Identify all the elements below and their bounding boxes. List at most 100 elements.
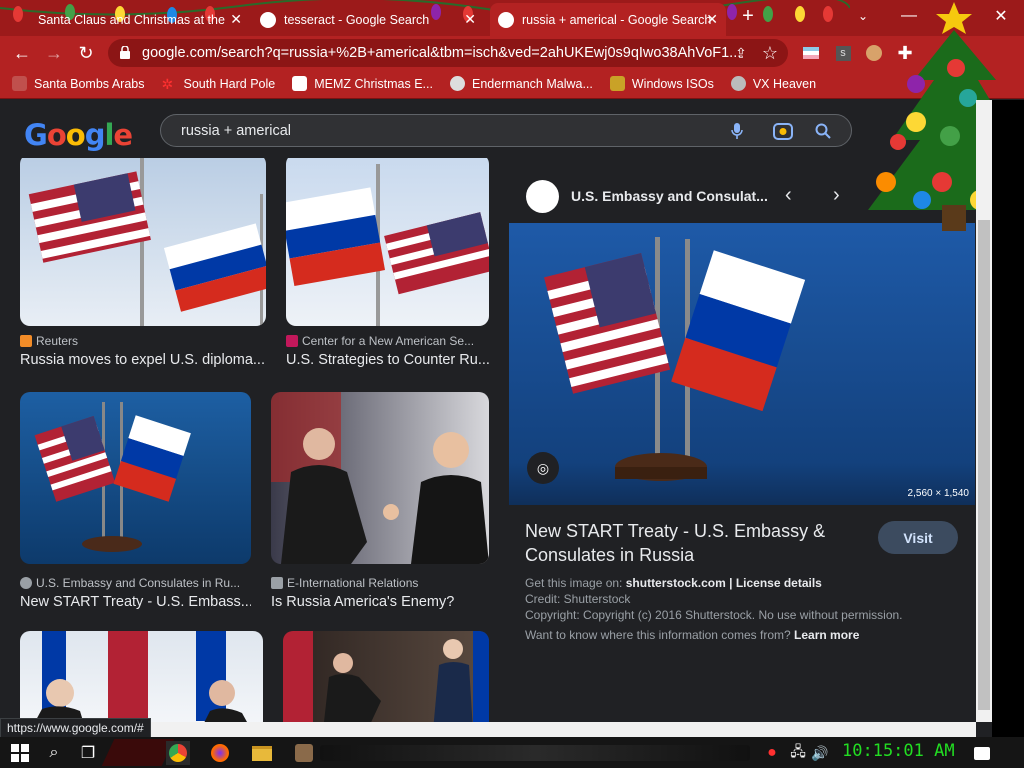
trophy-icon	[609, 76, 625, 91]
tab-title: russia + americal - Google Search	[522, 12, 712, 27]
game-app-icon[interactable]	[292, 741, 316, 765]
result-source: Center for a New American Se...	[286, 334, 474, 348]
bookmark-memz[interactable]: MEMZ Christmas E...	[292, 76, 433, 91]
separator: |	[729, 576, 733, 590]
result-source: Reuters	[20, 334, 78, 348]
taskbar-skin-bar	[320, 745, 750, 761]
result-image[interactable]	[20, 158, 266, 326]
image-preview-panel: U.S. Embassy and Consulat... ‹ › ◎ 2,560…	[509, 172, 975, 722]
file-explorer-icon[interactable]	[250, 741, 274, 765]
google-lens-icon[interactable]	[773, 122, 793, 140]
santa-icon	[12, 76, 27, 91]
e-ir-favicon-icon	[271, 577, 283, 589]
bookmark-santa-bombs[interactable]: Santa Bombs Arabs	[12, 76, 144, 91]
copyright-text: Copyright: Copyright (c) 2016 Shuttersto…	[525, 608, 903, 622]
close-icon[interactable]: ✕	[464, 11, 476, 28]
learn-more-link[interactable]: Learn more	[794, 628, 859, 642]
back-icon[interactable]: ←	[9, 40, 35, 66]
result-title[interactable]: New START Treaty - U.S. Embass...	[20, 594, 251, 610]
search-query: russia + americal	[181, 122, 291, 139]
result-source: E-International Relations	[271, 576, 418, 590]
chevron-right-icon[interactable]: ›	[833, 184, 840, 207]
radiation-icon	[730, 76, 746, 91]
cnas-favicon-icon	[286, 335, 298, 347]
firefox-icon[interactable]	[208, 741, 232, 765]
embassy-favicon-icon	[20, 577, 32, 589]
result-title[interactable]: Is Russia America's Enemy?	[271, 594, 489, 610]
bookmark-windows-isos[interactable]: Windows ISOs	[609, 76, 714, 91]
handshake-photo	[271, 392, 489, 564]
google-header: Google russia + americal	[0, 100, 976, 158]
tab-santa-claus[interactable]: Santa Claus and Christmas at the ✕	[30, 3, 250, 36]
scrollbar-thumb[interactable]	[978, 220, 990, 710]
lens-search-icon[interactable]: ◎	[527, 452, 559, 484]
google-favicon-icon	[498, 11, 514, 28]
license-details-link[interactable]: License details	[736, 576, 822, 590]
preview-image[interactable]: ◎ 2,560 × 1,540	[509, 223, 975, 505]
tray-app-icon[interactable]: ●	[760, 741, 784, 765]
google-favicon-icon	[260, 11, 276, 28]
address-bar[interactable]: google.com/search?q=russia+%2B+americal&…	[108, 39, 788, 67]
result-title[interactable]: Russia moves to expel U.S. diploma...	[20, 352, 266, 368]
panda-icon	[449, 76, 465, 91]
flags-image	[28, 158, 266, 326]
clock[interactable]: 10:15:01 AM	[842, 741, 955, 761]
url-text: google.com/search?q=russia+%2B+americal&…	[142, 45, 742, 61]
result-image[interactable]	[20, 631, 263, 722]
share-icon[interactable]: ⇪	[728, 40, 754, 66]
bookmark-south-hard-pole[interactable]: ✲ South Hard Pole	[161, 76, 275, 92]
new-tab-button[interactable]: +	[736, 0, 760, 32]
result-source: U.S. Embassy and Consulates in Ru...	[20, 576, 240, 590]
search-icon[interactable]: ⌕	[42, 741, 66, 765]
visit-button[interactable]: Visit	[878, 521, 958, 554]
bookmark-endermanch[interactable]: Endermanch Malwa...	[449, 76, 593, 91]
search-input[interactable]: russia + americal	[160, 114, 852, 147]
google-logo[interactable]: Google	[24, 118, 133, 152]
vertical-scrollbar[interactable]	[976, 100, 992, 722]
credit-text: Credit: Shutterstock	[525, 592, 631, 606]
extension-s-icon[interactable]: s	[830, 40, 856, 66]
status-bar-url: https://www.google.com/#	[0, 718, 151, 738]
result-image[interactable]	[286, 158, 489, 326]
panel-site-name[interactable]: U.S. Embassy and Consulat...	[571, 188, 768, 204]
result-image[interactable]	[271, 392, 489, 564]
result-title[interactable]: U.S. Strategies to Counter Ru...	[286, 352, 489, 368]
lock-icon	[120, 46, 130, 59]
close-icon[interactable]: ✕	[230, 11, 242, 28]
close-icon[interactable]: ✕	[706, 11, 718, 28]
flags-image	[286, 164, 489, 326]
info-source-line: Want to know where this information come…	[525, 628, 860, 642]
site-avatar	[526, 180, 559, 213]
page-icon	[292, 76, 308, 91]
task-view-icon[interactable]: ❐	[76, 741, 100, 765]
shutterstock-link[interactable]: shutterstock.com	[626, 576, 726, 590]
extension-flag-icon[interactable]	[798, 40, 824, 66]
result-image[interactable]	[283, 631, 489, 722]
bookmark-vx-heaven[interactable]: VX Heaven	[730, 76, 816, 91]
tab-russia-americal[interactable]: russia + americal - Google Search ✕	[490, 3, 726, 36]
volume-icon[interactable]: 🔊	[808, 741, 832, 765]
bookmark-star-icon[interactable]: ☆	[757, 40, 783, 66]
window-edge	[992, 100, 1024, 737]
officials-photo	[34, 631, 247, 722]
notification-icon[interactable]	[970, 741, 994, 765]
snowflake-icon: ✲	[161, 76, 174, 92]
search-icon[interactable]	[815, 123, 831, 139]
handshake-photo	[283, 631, 489, 722]
tab-tesseract[interactable]: tesseract - Google Search ✕	[252, 3, 484, 36]
chevron-left-icon[interactable]: ‹	[785, 184, 792, 207]
get-image-line: Get this image on: shutterstock.com | Li…	[525, 576, 822, 590]
microphone-icon[interactable]	[731, 123, 743, 139]
forward-icon[interactable]: →	[41, 40, 67, 66]
image-dimensions: 2,560 × 1,540	[907, 488, 969, 499]
chrome-icon[interactable]	[166, 741, 190, 765]
taskbar: ⌕ ❐ ● 🖧 🔊 10:15:01 AM	[0, 737, 1024, 768]
flags-image	[34, 402, 191, 552]
result-image[interactable]	[20, 392, 251, 564]
preview-title[interactable]: New START Treaty - U.S. Embassy & Consul…	[525, 519, 855, 567]
reuters-favicon-icon	[20, 335, 32, 347]
network-icon[interactable]: 🖧	[786, 741, 810, 765]
reload-icon[interactable]: ↻	[73, 40, 99, 66]
taskbar-decoration	[101, 739, 175, 766]
start-windows-icon[interactable]	[8, 741, 32, 765]
